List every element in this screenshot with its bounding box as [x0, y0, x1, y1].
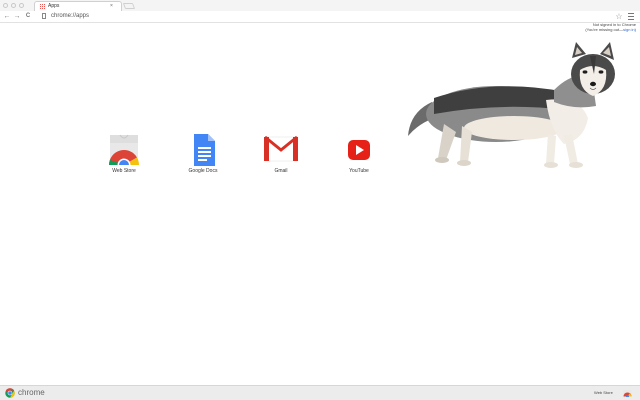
new-tab-button[interactable]: [122, 3, 136, 9]
bookmark-star-icon[interactable]: ☆: [614, 11, 624, 22]
app-web-store[interactable]: Web Store: [94, 133, 154, 179]
web-store-icon: [108, 134, 140, 165]
gmail-icon: [264, 135, 298, 162]
app-label: YouTube: [349, 168, 369, 174]
app-label: Web Store: [112, 168, 136, 174]
minimize-window-button[interactable]: [11, 3, 16, 8]
sign-in-link[interactable]: sign in: [623, 27, 635, 32]
close-window-button[interactable]: [3, 3, 8, 8]
tab-close-icon[interactable]: ×: [110, 3, 113, 10]
chrome-brand-text: chrome: [18, 388, 45, 397]
toolbar: ← → C chrome://apps: [0, 11, 640, 23]
address-bar[interactable]: chrome://apps: [40, 12, 626, 21]
chrome-logo-icon: [5, 388, 15, 398]
app-label: Gmail: [274, 168, 288, 174]
app-google-docs[interactable]: Google Docs: [173, 133, 233, 179]
title-bar: Apps ×: [0, 0, 640, 11]
app-youtube[interactable]: YouTube: [329, 133, 389, 179]
address-text: chrome://apps: [51, 13, 90, 19]
chrome-menu-button[interactable]: [628, 13, 634, 20]
web-store-small-icon[interactable]: [623, 389, 632, 397]
signin-promo: Not signed in to Chrome (You're missing …: [585, 22, 636, 32]
app-label: Google Docs: [188, 168, 218, 174]
apps-bottom-bar: chrome Web Store: [0, 385, 640, 400]
apps-grid-icon: [40, 4, 45, 9]
tab-title: Apps: [48, 3, 60, 9]
tab-apps[interactable]: Apps ×: [34, 1, 122, 11]
web-store-link[interactable]: Web Store: [594, 389, 613, 396]
maximize-window-button[interactable]: [19, 3, 24, 8]
reload-button[interactable]: C: [24, 12, 32, 21]
husky-dog-image: [408, 42, 615, 168]
app-gmail[interactable]: Gmail: [251, 133, 311, 179]
google-docs-icon: [194, 134, 215, 166]
back-button[interactable]: ←: [3, 12, 11, 21]
signin-prompt: (You're missing out—sign in): [585, 27, 636, 32]
youtube-icon: [348, 140, 370, 160]
page-icon: [42, 13, 46, 19]
forward-button[interactable]: →: [13, 12, 21, 21]
